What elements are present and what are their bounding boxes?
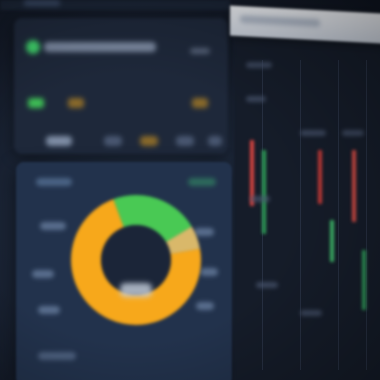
stat-label [176, 136, 194, 146]
stat-label [208, 136, 222, 146]
dashboard-screen [0, 0, 380, 380]
status-dot-icon [26, 40, 40, 54]
donut-chart-card[interactable] [16, 162, 232, 380]
card-header-badge [188, 178, 216, 186]
stat-labels-row [28, 136, 224, 148]
app-logo [24, 0, 60, 6]
axis-label [256, 282, 278, 288]
candle [330, 220, 334, 262]
donut-svg [71, 195, 201, 325]
donut-chart[interactable] [68, 192, 204, 328]
green-indicator-icon [28, 98, 44, 108]
orange-indicator-icon [68, 98, 84, 108]
top-bar [0, 0, 230, 10]
stat-label [46, 136, 72, 146]
axis-label [342, 130, 364, 136]
candle [318, 150, 322, 204]
axis-label [300, 310, 322, 316]
candle [262, 150, 266, 234]
card-footer-label [38, 352, 76, 360]
summary-card[interactable] [14, 18, 228, 154]
grid-line [300, 60, 301, 370]
stat-label [104, 136, 122, 146]
card-menu-icon[interactable] [190, 48, 210, 54]
donut-center-label [120, 283, 152, 297]
candle [362, 250, 366, 310]
stat-label [140, 136, 158, 146]
grid-line [338, 60, 339, 370]
legend-label [38, 306, 60, 314]
orange-indicator-icon [192, 98, 208, 108]
legend-label [32, 270, 54, 278]
candle [352, 150, 356, 222]
axis-label [246, 96, 266, 102]
indicator-row [28, 98, 218, 112]
legend-label [40, 222, 66, 230]
chart-panel [234, 28, 380, 380]
axis-label [300, 130, 326, 136]
chart-panel-title [240, 15, 320, 28]
axis-label [246, 62, 272, 68]
axis-label [250, 196, 270, 202]
card-header-label [36, 178, 72, 186]
grid-line [366, 60, 367, 370]
card-title [44, 42, 156, 52]
